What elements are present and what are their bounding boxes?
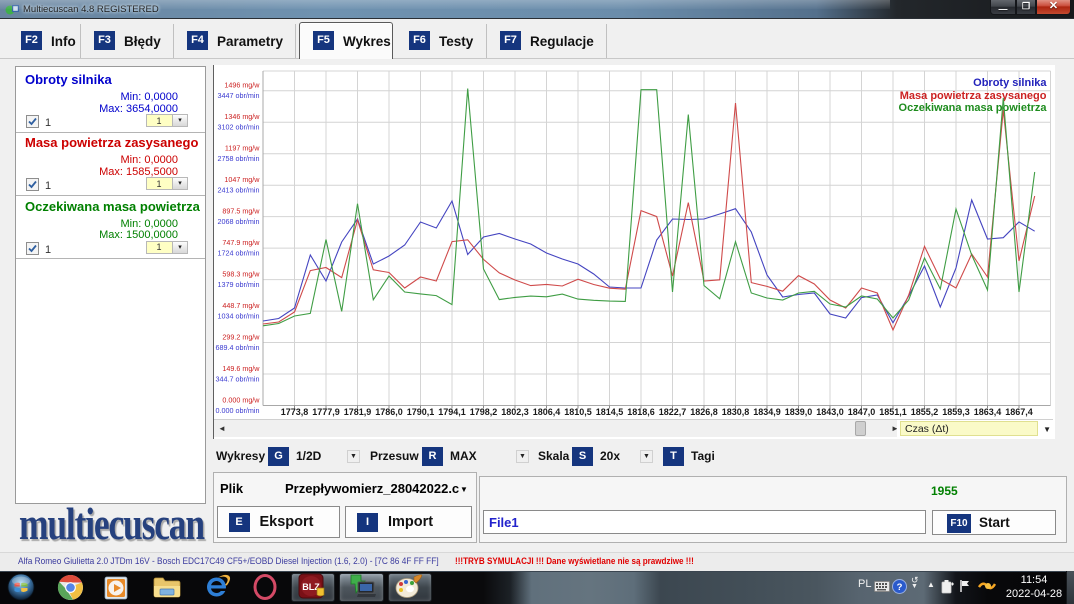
svg-text:1786,0: 1786,0 <box>375 407 403 417</box>
svg-text:1851,1: 1851,1 <box>879 407 907 417</box>
svg-text:1806,4: 1806,4 <box>532 407 560 417</box>
svg-text:Masa powietrza zasysanego: Masa powietrza zasysanego <box>899 90 1046 102</box>
svg-text:1047 mg/w: 1047 mg/w <box>224 175 260 184</box>
svg-text:1790,1: 1790,1 <box>406 407 434 417</box>
svg-text:2068 obr/min: 2068 obr/min <box>217 217 259 226</box>
svg-text:1781,9: 1781,9 <box>343 407 371 417</box>
svg-text:1855,2: 1855,2 <box>910 407 938 417</box>
svg-text:Oczekiwana masa powietrza: Oczekiwana masa powietrza <box>898 102 1047 114</box>
svg-text:1346 mg/w: 1346 mg/w <box>224 112 260 121</box>
svg-text:1794,1: 1794,1 <box>438 407 466 417</box>
svg-text:149.6 mg/w: 149.6 mg/w <box>222 364 260 373</box>
svg-text:1822,7: 1822,7 <box>658 407 686 417</box>
svg-text:1777,9: 1777,9 <box>312 407 340 417</box>
svg-text:0.000 mg/w: 0.000 mg/w <box>222 396 260 405</box>
svg-text:1724 obr/min: 1724 obr/min <box>217 249 259 258</box>
svg-text:1834,9: 1834,9 <box>753 407 781 417</box>
svg-text:1034 obr/min: 1034 obr/min <box>217 312 259 321</box>
svg-text:689.4 obr/min: 689.4 obr/min <box>215 343 259 352</box>
svg-text:1496 mg/w: 1496 mg/w <box>224 81 260 90</box>
svg-text:1847,0: 1847,0 <box>847 407 875 417</box>
svg-text:0.000 obr/min: 0.000 obr/min <box>215 406 259 415</box>
svg-text:1814,5: 1814,5 <box>595 407 623 417</box>
svg-text:1867,4: 1867,4 <box>1005 407 1033 417</box>
svg-text:?: ? <box>897 582 903 593</box>
svg-text:344.7 obr/min: 344.7 obr/min <box>215 375 259 384</box>
svg-text:448.7 mg/w: 448.7 mg/w <box>222 301 260 310</box>
svg-text:Obroty silnika: Obroty silnika <box>973 77 1047 89</box>
svg-text:1843,0: 1843,0 <box>816 407 844 417</box>
svg-text:897.5 mg/w: 897.5 mg/w <box>222 207 260 216</box>
svg-text:1863,4: 1863,4 <box>973 407 1001 417</box>
svg-text:2413 obr/min: 2413 obr/min <box>217 186 259 195</box>
svg-text:1830,8: 1830,8 <box>721 407 749 417</box>
svg-text:1818,6: 1818,6 <box>627 407 655 417</box>
svg-text:3102 obr/min: 3102 obr/min <box>217 123 259 132</box>
svg-text:1379 obr/min: 1379 obr/min <box>217 280 259 289</box>
svg-text:3447 obr/min: 3447 obr/min <box>217 91 259 100</box>
svg-text:1773,8: 1773,8 <box>280 407 308 417</box>
svg-text:2758 obr/min: 2758 obr/min <box>217 154 259 163</box>
svg-text:1826,8: 1826,8 <box>690 407 718 417</box>
svg-text:1197 mg/w: 1197 mg/w <box>224 144 259 153</box>
svg-text:1839,0: 1839,0 <box>784 407 812 417</box>
svg-text:747.9 mg/w: 747.9 mg/w <box>222 238 260 247</box>
svg-text:1859,3: 1859,3 <box>942 407 970 417</box>
svg-text:1798,2: 1798,2 <box>469 407 497 417</box>
svg-text:299.2 mg/w: 299.2 mg/w <box>222 333 260 342</box>
svg-text:1810,5: 1810,5 <box>564 407 592 417</box>
svg-text:1802,3: 1802,3 <box>501 407 529 417</box>
svg-text:598.3 mg/w: 598.3 mg/w <box>222 270 260 279</box>
